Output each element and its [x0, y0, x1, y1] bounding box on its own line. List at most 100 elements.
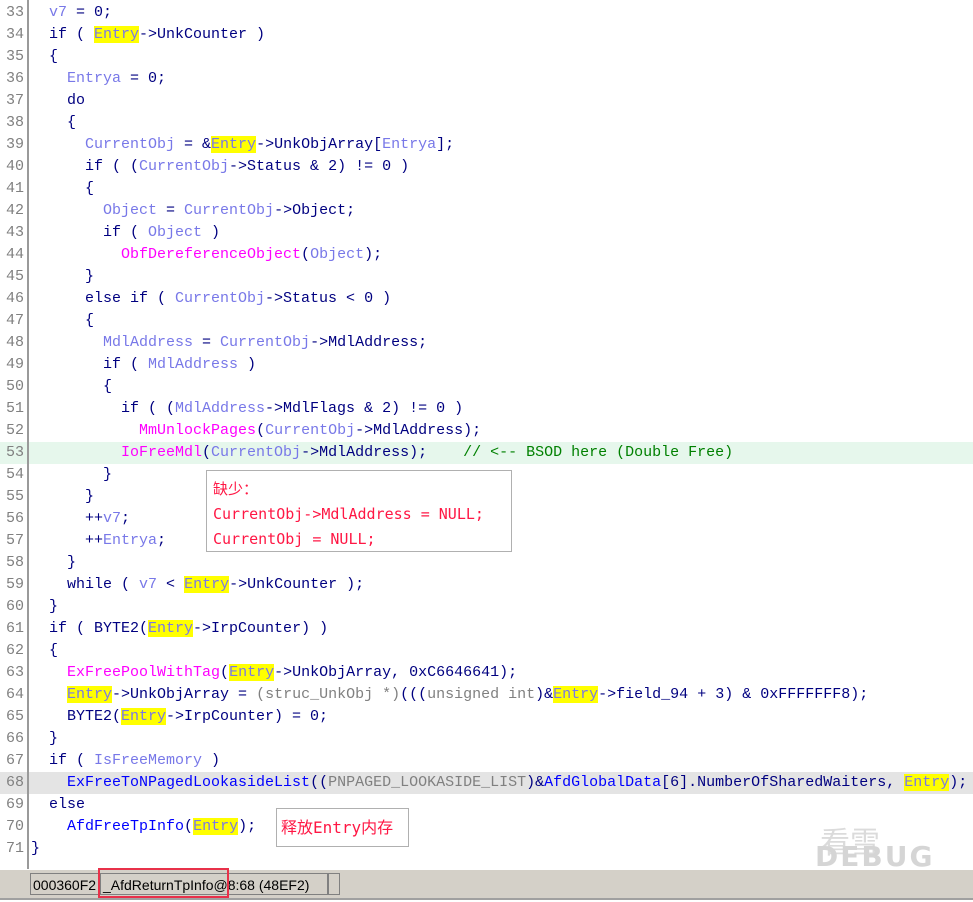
code-line[interactable]: 58 } — [0, 552, 973, 574]
code-line[interactable]: 65 BYTE2(Entry->IrpCounter) = 0; — [0, 706, 973, 728]
line-number: 61 — [5, 620, 24, 637]
code-content: Object = CurrentObj->Object; — [31, 200, 355, 222]
code-content: } — [31, 596, 58, 618]
code-line[interactable]: 45 } — [0, 266, 973, 288]
function-call[interactable]: MmUnlockPages — [139, 422, 256, 439]
code-line[interactable]: 39 CurrentObj = &Entry->UnkObjArray[Entr… — [0, 134, 973, 156]
variable[interactable]: MdlAddress — [148, 356, 238, 373]
code-text: = & — [175, 136, 212, 153]
code-line[interactable]: 51 if ( (MdlAddress->MdlFlags & 2) != 0 … — [0, 398, 973, 420]
function-call[interactable]: ExFreePoolWithTag — [67, 664, 220, 681]
code-line[interactable]: 41 { — [0, 178, 973, 200]
code-line[interactable]: 40 if ( (CurrentObj->Status & 2) != 0 ) — [0, 156, 973, 178]
variable[interactable]: v7 — [139, 576, 157, 593]
code-text: { — [31, 180, 95, 197]
code-line[interactable]: 50 { — [0, 376, 973, 398]
highlighted-variable[interactable]: Entry — [193, 818, 239, 835]
variable[interactable]: Entrya — [67, 70, 121, 87]
code-text: ); — [364, 246, 383, 263]
highlighted-variable[interactable]: Entry — [67, 686, 113, 703]
code-line[interactable]: 61 if ( BYTE2(Entry->IrpCounter) ) — [0, 618, 973, 640]
variable[interactable]: MdlAddress — [175, 400, 265, 417]
code-line[interactable]: 37 do — [0, 90, 973, 112]
pseudocode-view[interactable]: 33 v7 = 0; 34 if ( Entry->UnkCounter ) 35 … — [0, 2, 973, 860]
highlighted-variable[interactable]: Entry — [94, 26, 140, 43]
code-text: ->Object; — [274, 202, 356, 219]
code-text: if ( ( — [31, 400, 176, 417]
code-content: if ( (MdlAddress->MdlFlags & 2) != 0 ) — [31, 398, 463, 420]
variable[interactable]: CurrentObj — [175, 290, 265, 307]
line-number: 44 — [5, 246, 24, 263]
variable[interactable]: Entrya — [382, 136, 436, 153]
variable[interactable]: CurrentObj — [220, 334, 310, 351]
code-text: } — [31, 554, 77, 571]
variable[interactable]: CurrentObj — [85, 136, 175, 153]
variable[interactable]: MdlAddress — [103, 334, 193, 351]
line-number: 39 — [5, 136, 24, 153]
variable[interactable]: Entrya — [103, 532, 157, 549]
line-number: 45 — [5, 268, 24, 285]
variable[interactable]: CurrentObj — [139, 158, 229, 175]
code-line[interactable]: 36 Entrya = 0; — [0, 68, 973, 90]
line-number: 57 — [5, 532, 24, 549]
code-line[interactable]: 33 v7 = 0; — [0, 2, 973, 24]
code-line[interactable]: 63 ExFreePoolWithTag(Entry->UnkObjArray,… — [0, 662, 973, 684]
code-line[interactable]: 34 if ( Entry->UnkCounter ) — [0, 24, 973, 46]
code-line[interactable]: 47 { — [0, 310, 973, 332]
code-content: { — [31, 376, 112, 398]
highlighted-variable[interactable]: Entry — [184, 576, 230, 593]
code-line[interactable]: 67 if ( IsFreeMemory ) — [0, 750, 973, 772]
highlighted-variable[interactable]: Entry — [904, 774, 950, 791]
highlighted-variable[interactable]: Entry — [229, 664, 275, 681]
highlighted-variable[interactable]: Entry — [211, 136, 257, 153]
variable[interactable]: CurrentObj — [265, 422, 355, 439]
line-number: 34 — [5, 26, 24, 43]
line-number: 36 — [5, 70, 24, 87]
function-call[interactable]: ObfDereferenceObject — [121, 246, 301, 263]
variable[interactable]: Object — [103, 202, 157, 219]
code-text: } — [31, 598, 59, 615]
code-line[interactable]: 52 MmUnlockPages(CurrentObj->MdlAddress)… — [0, 420, 973, 442]
code-line[interactable]: 66 } — [0, 728, 973, 750]
code-line[interactable]: 59 while ( v7 < Entry->UnkCounter ); — [0, 574, 973, 596]
variable[interactable]: Object — [310, 246, 364, 263]
variable[interactable]: v7 — [49, 4, 67, 21]
code-line[interactable]: 44 ObfDereferenceObject(Object); — [0, 244, 973, 266]
variable[interactable]: Object — [148, 224, 202, 241]
function-call[interactable]: IoFreeMdl — [121, 444, 202, 461]
code-line[interactable]: 70 AfdFreeTpInfo(Entry); — [0, 816, 973, 838]
code-text: ->UnkObjArray[ — [256, 136, 383, 153]
code-text: while ( — [31, 576, 140, 593]
code-line[interactable]: 64 Entry->UnkObjArray = (struc_UnkObj *)… — [0, 684, 973, 706]
code-line[interactable]: 43 if ( Object ) — [0, 222, 973, 244]
code-line[interactable]: 53 IoFreeMdl(CurrentObj->MdlAddress); //… — [0, 442, 973, 464]
code-line[interactable]: 46 else if ( CurrentObj->Status < 0 ) — [0, 288, 973, 310]
import-call[interactable]: ExFreeToNPagedLookasideList — [67, 774, 310, 791]
variable[interactable]: CurrentObj — [184, 202, 274, 219]
code-line[interactable]: 68 ExFreeToNPagedLookasideList((PNPAGED_… — [0, 772, 973, 794]
code-line[interactable]: 38 { — [0, 112, 973, 134]
code-line[interactable]: 49 if ( MdlAddress ) — [0, 354, 973, 376]
variable[interactable]: CurrentObj — [211, 444, 301, 461]
code-line[interactable]: 71} — [0, 838, 973, 860]
highlighted-variable[interactable]: Entry — [121, 708, 167, 725]
code-line[interactable]: 48 MdlAddress = CurrentObj->MdlAddress; — [0, 332, 973, 354]
highlighted-variable[interactable]: Entry — [148, 620, 194, 637]
code-line[interactable]: 35 { — [0, 46, 973, 68]
code-content: ObfDereferenceObject(Object); — [31, 244, 382, 266]
code-text: ->UnkObjArray = — [112, 686, 257, 703]
code-line[interactable]: 69 else — [0, 794, 973, 816]
variable[interactable]: IsFreeMemory — [94, 752, 202, 769]
code-line[interactable]: 62 { — [0, 640, 973, 662]
code-line[interactable]: 60 } — [0, 596, 973, 618]
code-text: if ( — [31, 356, 149, 373]
import-call[interactable]: AfdFreeTpInfo — [67, 818, 184, 835]
highlighted-variable[interactable]: Entry — [553, 686, 599, 703]
code-text: ++ — [31, 510, 104, 527]
code-line[interactable]: 42 Object = CurrentObj->Object; — [0, 200, 973, 222]
import-call[interactable]: AfdGlobalData — [544, 774, 661, 791]
variable[interactable]: v7 — [103, 510, 121, 527]
code-content: v7 = 0; — [31, 2, 112, 24]
code-content: if ( MdlAddress ) — [31, 354, 256, 376]
line-number: 53 — [5, 444, 24, 461]
